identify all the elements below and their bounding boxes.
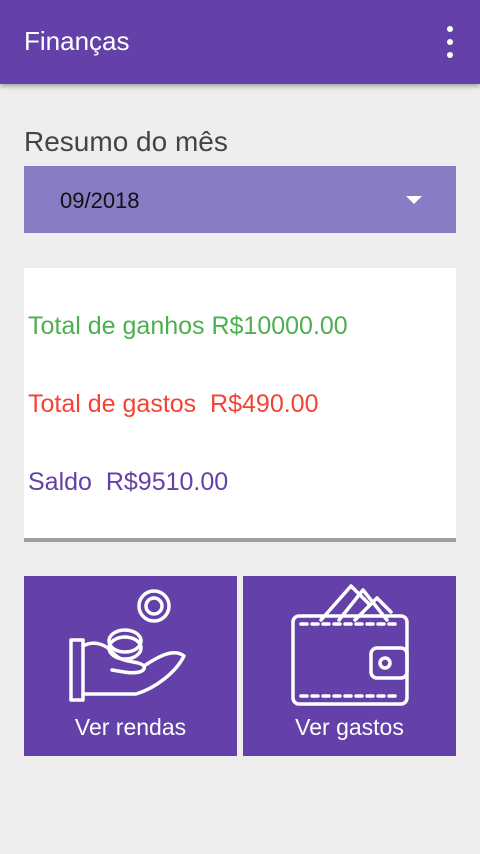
app-bar: Finanças <box>0 0 480 84</box>
wallet-icon <box>291 584 409 706</box>
month-dropdown-value: 09/2018 <box>60 188 140 213</box>
hand-coins-icon <box>69 589 186 702</box>
view-expenses-label: Ver gastos <box>295 714 404 740</box>
dropdown-arrow-icon <box>406 196 422 204</box>
view-income-button[interactable]: Ver rendas <box>24 576 237 756</box>
total-expense-text: Total de gastos R$490.00 <box>28 390 319 418</box>
app-title: Finanças <box>24 26 130 56</box>
balance-text: Saldo R$9510.00 <box>28 468 229 496</box>
summary-heading: Resumo do mês <box>24 126 228 157</box>
month-dropdown[interactable]: 09/2018 <box>24 166 456 233</box>
total-income-text: Total de ganhos R$10000.00 <box>28 312 348 340</box>
view-expenses-button[interactable]: Ver gastos <box>243 576 456 756</box>
more-vert-icon[interactable] <box>438 26 462 58</box>
summary-card: Total de ganhos R$10000.00 Total de gast… <box>24 268 456 542</box>
view-income-label: Ver rendas <box>74 714 187 740</box>
